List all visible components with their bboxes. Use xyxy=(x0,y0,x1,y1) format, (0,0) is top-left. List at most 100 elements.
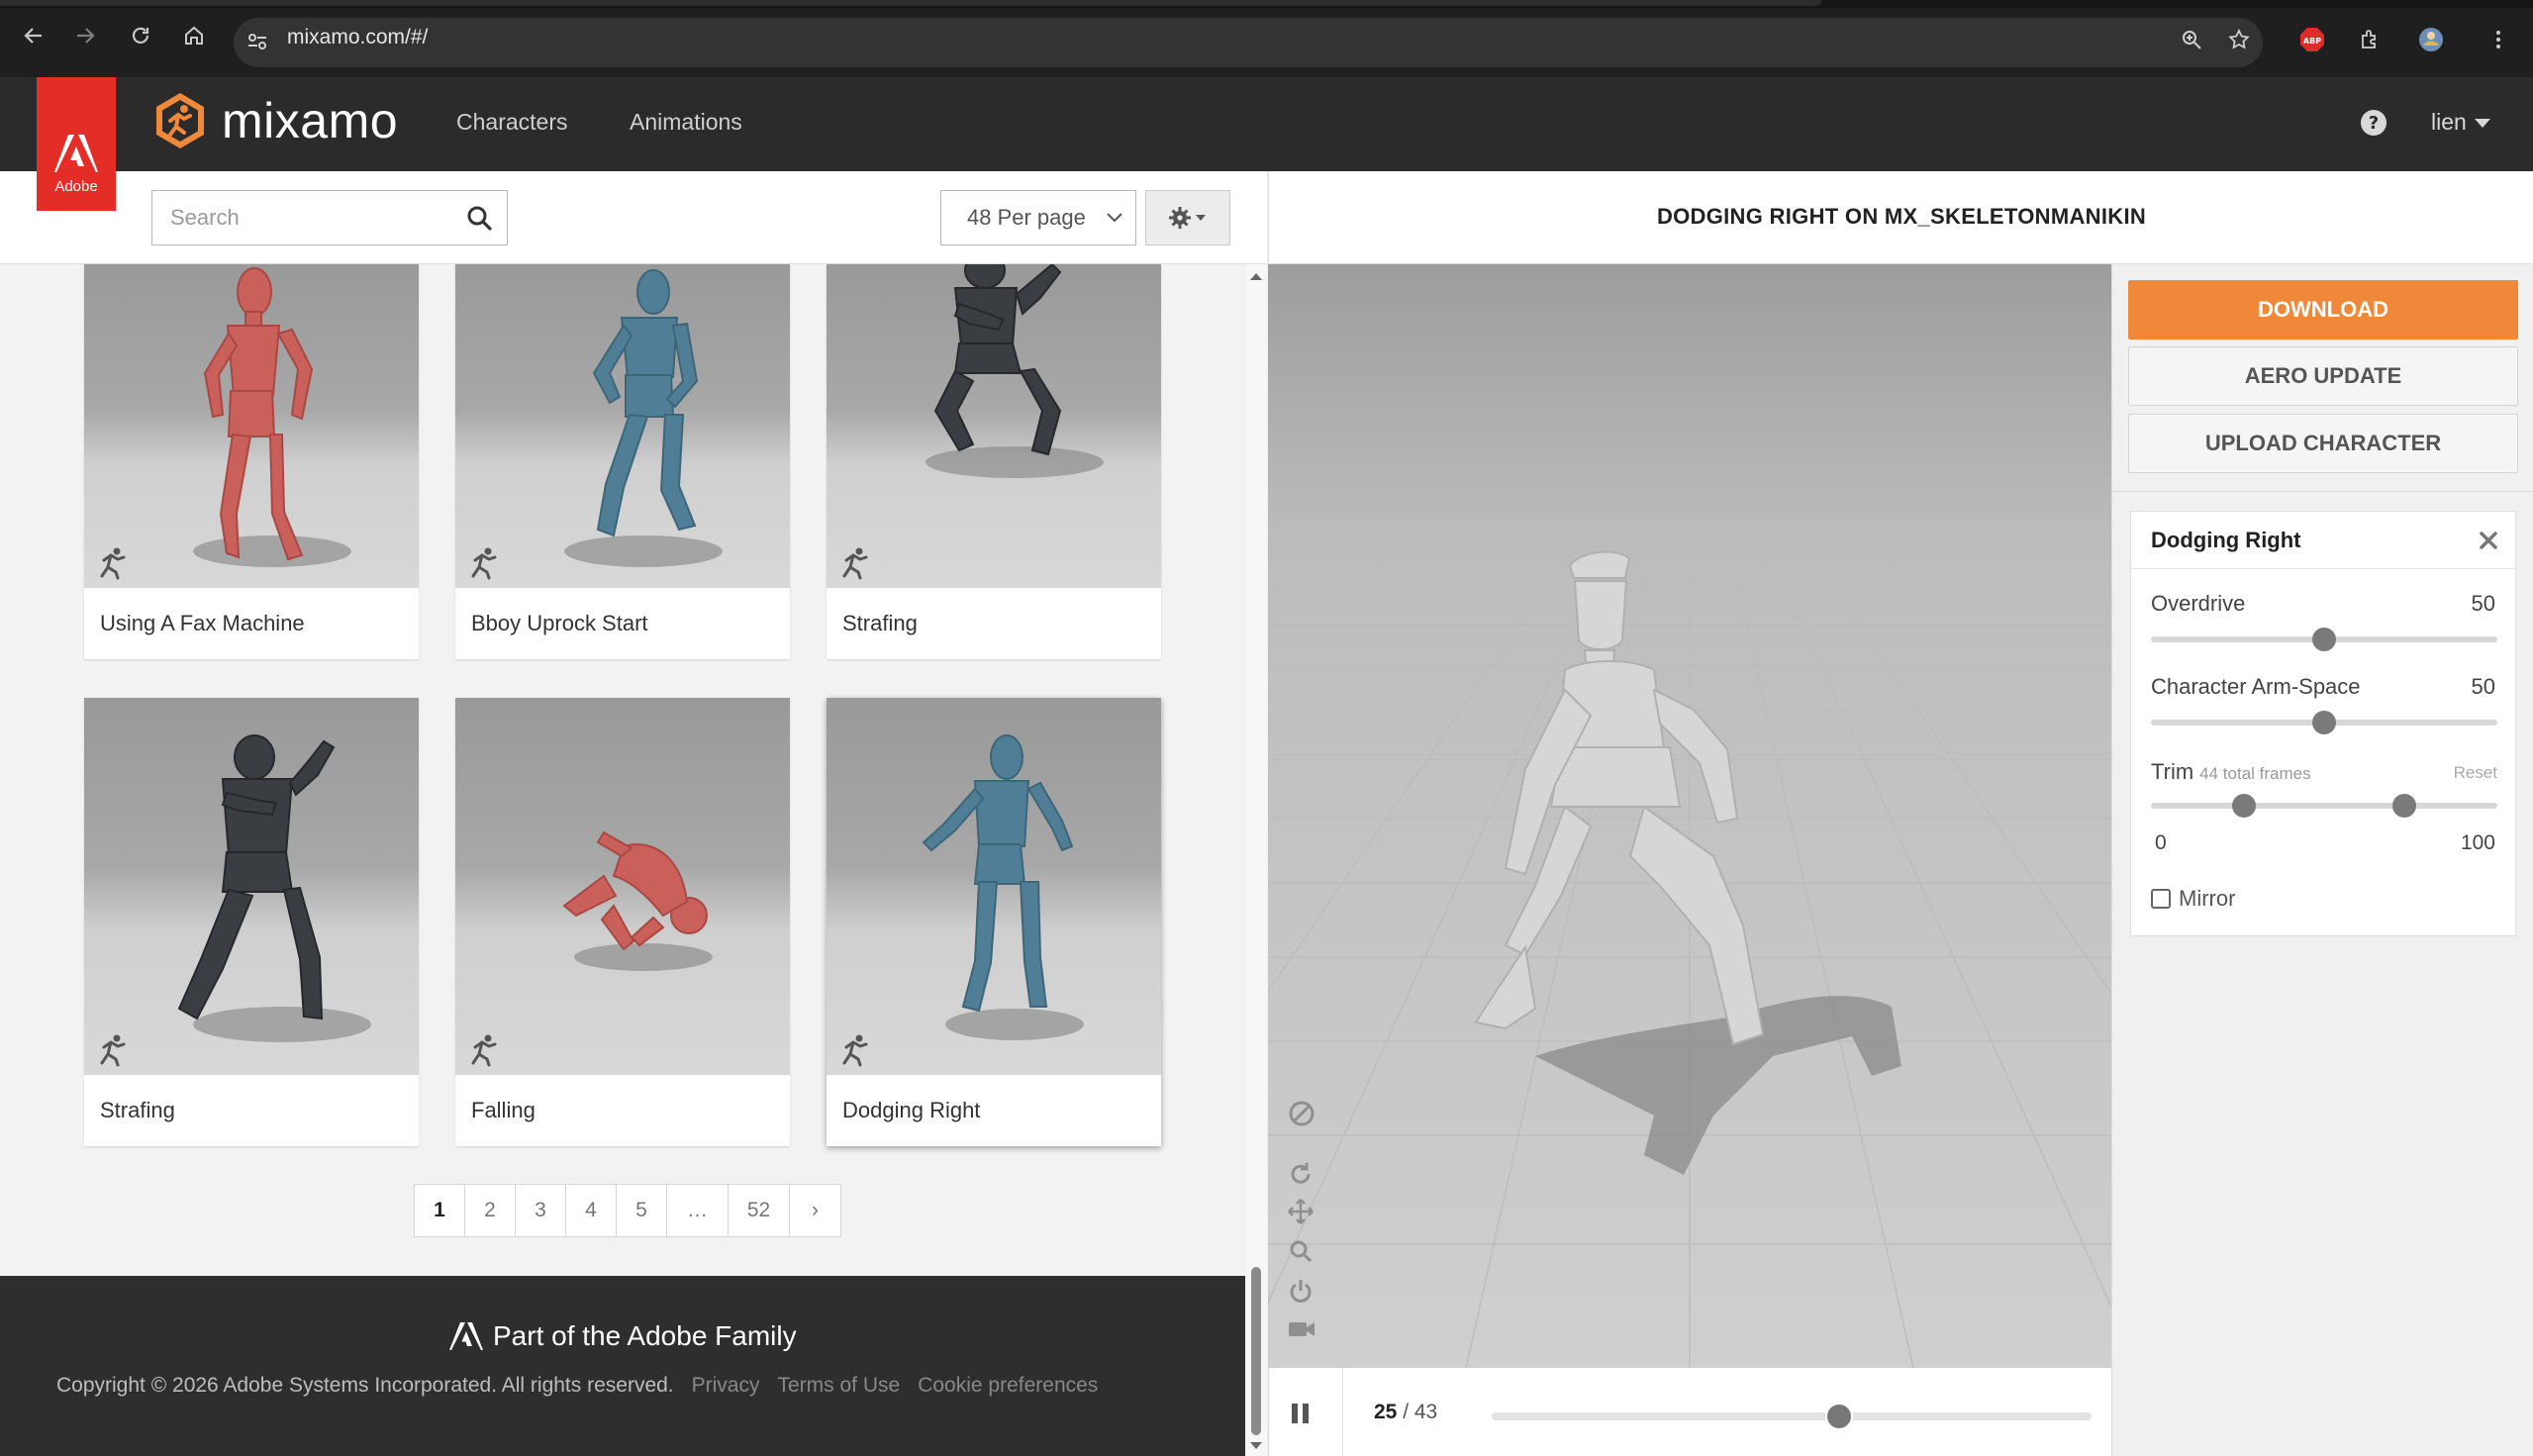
mirror-option[interactable]: Mirror xyxy=(2151,886,2235,912)
page-2-button[interactable]: 2 xyxy=(465,1185,516,1236)
trim-start-knob[interactable] xyxy=(2232,794,2256,818)
animation-card-title: Bboy Uprock Start xyxy=(471,611,648,635)
site-info-icon[interactable] xyxy=(244,28,271,55)
animation-type-icon xyxy=(471,547,497,580)
user-menu[interactable]: lien xyxy=(2431,109,2492,136)
animation-type-icon xyxy=(471,1034,497,1067)
animation-card[interactable]: Strafing xyxy=(827,264,1161,659)
extensions-icon[interactable] xyxy=(2356,26,2384,53)
reset-view-icon[interactable] xyxy=(1287,1277,1315,1305)
scrollbar-thumb[interactable] xyxy=(1251,1267,1261,1435)
animation-card-title: Dodging Right xyxy=(842,1098,981,1122)
adobe-logo-icon xyxy=(54,135,98,172)
camera-icon[interactable] xyxy=(1287,1316,1316,1342)
zoom-icon[interactable] xyxy=(1287,1237,1315,1265)
forward-icon[interactable] xyxy=(69,20,101,51)
frame-total: 43 xyxy=(1413,1401,1438,1423)
animation-card[interactable]: Bboy Uprock Start xyxy=(455,264,790,659)
animation-card[interactable]: Using A Fax Machine xyxy=(84,264,419,659)
nav-characters[interactable]: Characters xyxy=(456,109,567,136)
animation-card[interactable]: Strafing xyxy=(84,698,419,1146)
character-figure xyxy=(562,830,713,971)
animation-thumbnail[interactable] xyxy=(84,698,419,1075)
animation-thumbnail[interactable] xyxy=(455,698,790,1075)
animation-card-title: Strafing xyxy=(100,1098,175,1122)
profile-avatar-icon[interactable] xyxy=(2417,26,2445,53)
page-5-button[interactable]: 5 xyxy=(617,1185,667,1236)
animation-card[interactable]: Falling xyxy=(455,698,790,1146)
search-box[interactable] xyxy=(151,190,508,245)
svg-text:ABP: ABP xyxy=(2303,37,2321,46)
trim-title: Trim xyxy=(2151,759,2194,784)
adobe-logo-icon xyxy=(449,1322,483,1350)
close-icon[interactable] xyxy=(2478,530,2499,551)
character-figure xyxy=(922,734,1084,1040)
aero-update-button[interactable]: AERO UPDATE xyxy=(2128,346,2518,406)
footer xyxy=(0,1276,1245,1456)
help-icon[interactable]: ? xyxy=(2360,109,2387,137)
back-icon[interactable] xyxy=(18,20,49,51)
scroll-up-icon[interactable] xyxy=(1245,266,1267,288)
page-3-button[interactable]: 3 xyxy=(516,1185,566,1236)
next-page-button[interactable]: › xyxy=(790,1185,840,1236)
animation-card-selected[interactable]: Dodging Right xyxy=(827,698,1161,1146)
adobe-label: Adobe xyxy=(54,178,98,195)
search-icon[interactable] xyxy=(465,204,493,232)
search-input[interactable] xyxy=(170,191,457,244)
nav-animations[interactable]: Animations xyxy=(630,109,742,136)
character-figure xyxy=(177,734,371,1042)
caret-down-icon xyxy=(2474,118,2490,128)
overdrive-value: 50 xyxy=(2471,591,2495,616)
viewport-disabled-icon[interactable] xyxy=(1287,1099,1316,1128)
home-icon[interactable] xyxy=(178,20,210,51)
pause-icon[interactable] xyxy=(1289,1402,1313,1425)
adblock-icon[interactable]: ABP xyxy=(2298,26,2326,53)
animation-thumbnail[interactable] xyxy=(827,264,1161,588)
trim-end-knob[interactable] xyxy=(2392,794,2416,818)
trim-reset-link[interactable]: Reset xyxy=(2454,763,2497,783)
overdrive-slider-knob[interactable] xyxy=(2312,628,2336,651)
animation-thumbnail[interactable] xyxy=(455,264,790,588)
copyright-text: Copyright © 2026 Adobe Systems Incorpora… xyxy=(56,1374,674,1397)
animation-settings-panel: Dodging Right Overdrive 50 Character Arm… xyxy=(2130,511,2516,936)
bookmark-star-icon[interactable] xyxy=(2225,26,2253,53)
frame-counter: 25 / 43 xyxy=(1374,1401,1437,1424)
zoom-icon[interactable] xyxy=(2178,26,2205,53)
terms-link[interactable]: Terms of Use xyxy=(778,1374,901,1398)
browser-menu-icon[interactable] xyxy=(2484,26,2512,53)
reload-icon[interactable] xyxy=(125,20,156,51)
browser-tab-strip xyxy=(0,0,2533,8)
cookie-preferences-link[interactable]: Cookie preferences xyxy=(918,1374,1098,1398)
brand-name: mixamo xyxy=(222,93,399,148)
download-button[interactable]: DOWNLOAD xyxy=(2128,280,2518,340)
scroll-down-icon[interactable] xyxy=(1245,1434,1267,1456)
rotate-icon[interactable] xyxy=(1287,1160,1315,1188)
privacy-link[interactable]: Privacy xyxy=(692,1374,760,1398)
address-bar[interactable] xyxy=(234,18,2263,67)
adobe-logo[interactable]: Adobe xyxy=(37,77,116,211)
footer-brand-text: Part of the Adobe Family xyxy=(493,1320,797,1351)
player-divider xyxy=(1342,1368,1343,1456)
pan-icon[interactable] xyxy=(1287,1198,1315,1225)
mirror-checkbox[interactable] xyxy=(2151,889,2171,909)
trim-slider-track[interactable] xyxy=(2151,803,2497,809)
page-4-button[interactable]: 4 xyxy=(566,1185,617,1236)
url-text[interactable]: mixamo.com/#/ xyxy=(287,26,428,49)
mixamo-logo[interactable]: mixamo xyxy=(150,91,398,150)
animation-card-title: Strafing xyxy=(842,611,918,635)
per-page-select[interactable]: 48 Per page xyxy=(940,190,1136,245)
svg-text:?: ? xyxy=(2369,113,2379,134)
animation-card-title: Using A Fax Machine xyxy=(100,611,305,635)
settings-dropdown-button[interactable] xyxy=(1145,190,1230,245)
3d-viewport[interactable] xyxy=(1268,264,2111,1368)
animation-card-title: Falling xyxy=(471,1098,536,1122)
sidebar-divider xyxy=(2111,491,2533,492)
arm-space-slider-knob[interactable] xyxy=(2312,711,2336,734)
page-52-button[interactable]: 52 xyxy=(729,1185,790,1236)
footer-copyright-row: Copyright © 2026 Adobe Systems Incorpora… xyxy=(56,1374,1098,1398)
timeline-track[interactable] xyxy=(1492,1412,2092,1420)
animation-thumbnail[interactable] xyxy=(84,264,419,588)
upload-character-button[interactable]: UPLOAD CHARACTER xyxy=(2128,414,2518,473)
animation-thumbnail[interactable] xyxy=(827,698,1161,1075)
page-1-button[interactable]: 1 xyxy=(415,1185,465,1236)
